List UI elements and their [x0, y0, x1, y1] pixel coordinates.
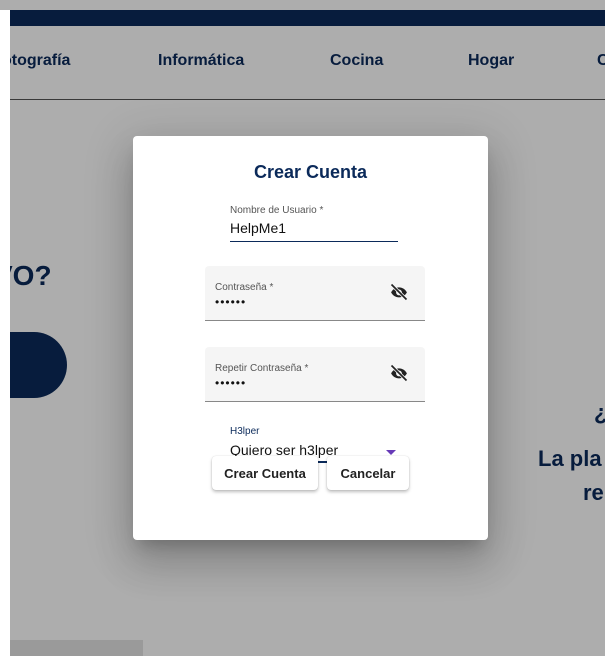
repeat-password-label: Repetir Contraseña *: [215, 363, 309, 374]
role-select-label: H3lper: [230, 426, 260, 437]
username-underline: [230, 241, 398, 242]
left-edge: [0, 10, 10, 656]
password-input[interactable]: ••••••: [215, 295, 246, 309]
create-account-dialog: Crear Cuenta Nombre de Usuario * HelpMe1…: [133, 136, 488, 540]
create-account-button[interactable]: Crear Cuenta: [212, 456, 318, 490]
page: otografía Informática Cocina Hogar C VO?…: [0, 0, 605, 656]
dialog-title: Crear Cuenta: [253, 162, 368, 182]
username-input[interactable]: HelpMe1: [230, 220, 286, 236]
repeat-password-input[interactable]: ••••••: [215, 376, 246, 390]
dropdown-arrow-icon[interactable]: [386, 450, 396, 455]
eye-off-icon[interactable]: [389, 282, 409, 302]
password-label: Contraseña *: [215, 282, 274, 293]
username-label: Nombre de Usuario *: [230, 205, 324, 216]
repeat-password-field[interactable]: Repetir Contraseña * ••••••: [205, 347, 425, 402]
cancel-button[interactable]: Cancelar: [327, 456, 409, 490]
eye-off-icon[interactable]: [389, 363, 409, 383]
password-field[interactable]: Contraseña * ••••••: [205, 266, 425, 321]
